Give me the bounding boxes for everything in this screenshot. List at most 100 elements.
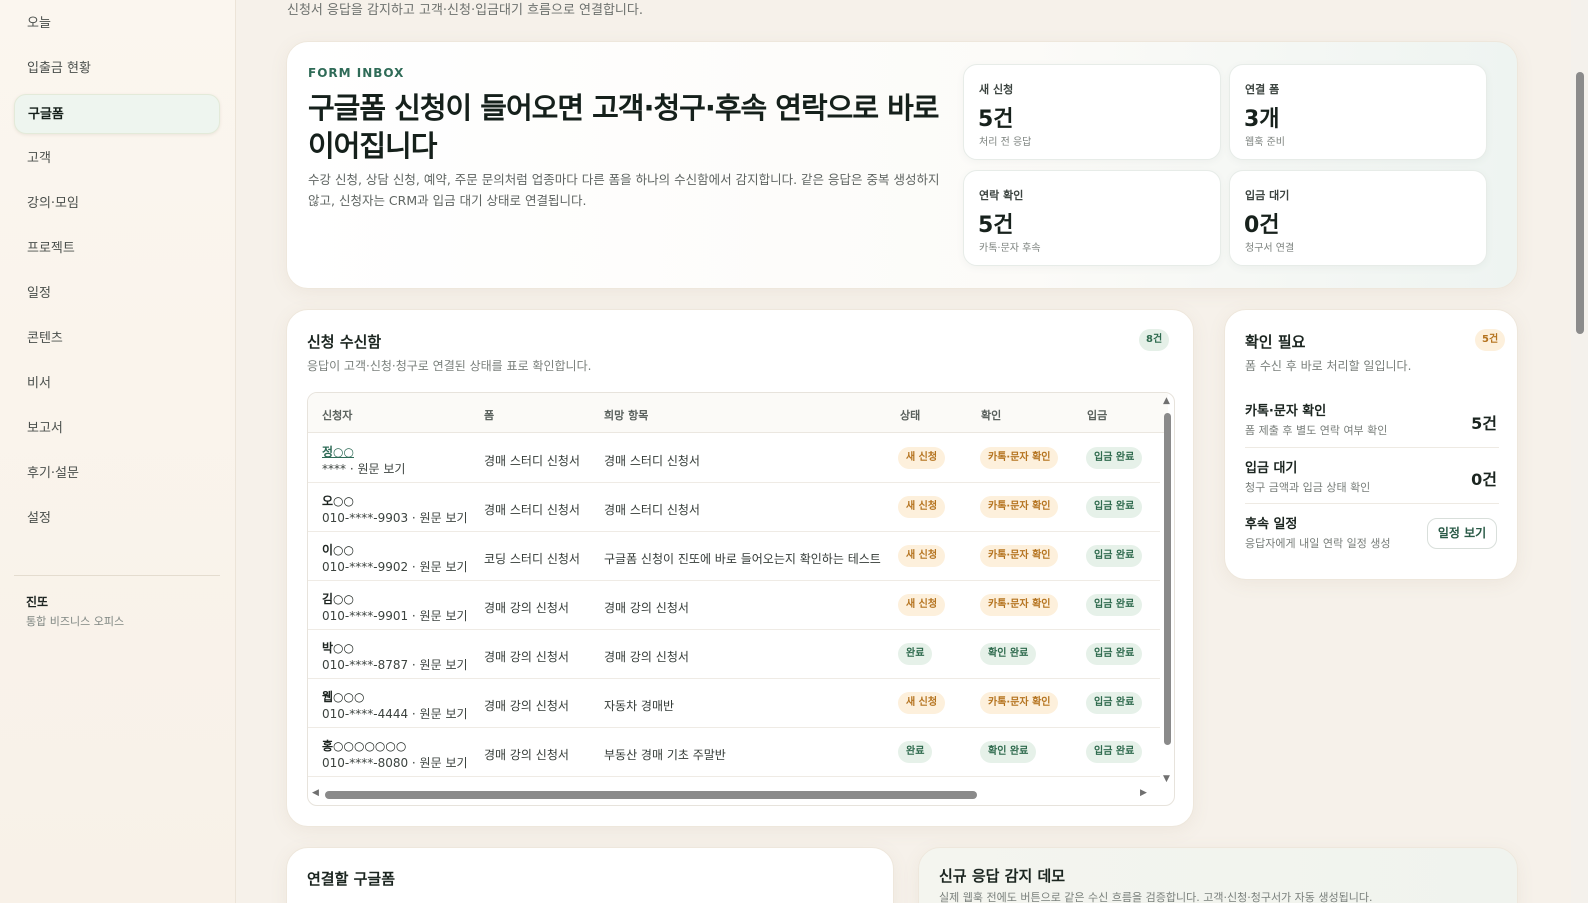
sidebar-item-reviews[interactable]: 후기·설문 — [14, 454, 220, 494]
table-row[interactable]: 웹○○○ 010-****-4444 · 원문 보기 경매 강의 신청서 자동차 경매… — [308, 679, 1160, 728]
hero-title: 구글폼 신청이 들어오면 고객·청구·후속 연락으로 바로 이어집니다 — [308, 91, 939, 163]
demo-title: 신규 응답 감지 데모 — [939, 867, 1066, 885]
desired-item: 자동차 경매반 — [604, 699, 675, 713]
page-scrollbar[interactable] — [1571, 0, 1588, 903]
applicant-phone-link[interactable]: **** · 원문 보기 — [322, 460, 405, 477]
column-header-form[interactable]: 폼 — [484, 407, 494, 423]
check-title: 확인 필요 — [1245, 333, 1306, 351]
status-badge: 새 신청 — [898, 496, 946, 518]
status-badge: 새 신청 — [898, 692, 946, 714]
stat-sub: 웹훅 준비 — [1245, 137, 1285, 148]
sidebar-item-projects[interactable]: 프로젝트 — [14, 229, 220, 269]
check-badge: 카톡·문자 확인 — [980, 594, 1059, 616]
stat-value: 3개 — [1244, 107, 1280, 132]
sidebar-item-contents[interactable]: 콘텐츠 — [14, 319, 220, 359]
status-badge: 새 신청 — [898, 545, 946, 567]
status-badge: 새 신청 — [898, 594, 946, 616]
form-name: 경매 스터디 신청서 — [484, 454, 580, 468]
check-divider — [1245, 503, 1499, 504]
scroll-down-arrow-icon[interactable]: ▼ — [1163, 774, 1170, 784]
column-header-applicant[interactable]: 신청자 — [322, 407, 352, 423]
payment-badge: 입금 완료 — [1086, 692, 1143, 714]
brand-name: 진또 — [26, 595, 49, 609]
sidebar-item-schedule[interactable]: 일정 — [14, 274, 220, 314]
applicant-name[interactable]: 이○○ — [322, 541, 354, 558]
check-item-title: 입금 대기 — [1245, 461, 1298, 476]
payment-badge: 입금 완료 — [1086, 741, 1143, 763]
stat-contact-check: 연락 확인 5건 카톡·문자 후속 — [963, 170, 1221, 266]
brand-subtitle: 통합 비즈니스 오피스 — [26, 615, 125, 628]
applicant-name[interactable]: 오○○ — [322, 492, 354, 509]
column-header-check[interactable]: 확인 — [981, 407, 1001, 423]
desired-item: 경매 강의 신청서 — [604, 650, 689, 664]
column-header-item[interactable]: 희망 항목 — [604, 407, 648, 423]
hero-eyebrow: FORM INBOX — [308, 66, 405, 80]
applicant-phone-link[interactable]: 010-****-9902 · 원문 보기 — [322, 558, 468, 575]
table-vertical-scrollbar[interactable]: ▲ ▼ — [1162, 396, 1172, 784]
check-divider — [1245, 447, 1499, 448]
payment-badge: 입금 완료 — [1086, 643, 1143, 665]
payment-badge: 입금 완료 — [1086, 545, 1143, 567]
applicant-name[interactable]: 웹○○○ — [322, 688, 364, 705]
response-detect-demo-panel: 신규 응답 감지 데모 실제 웹훅 전에도 버튼으로 같은 수신 흐름을 검증합… — [918, 847, 1518, 903]
applicant-name[interactable]: 정○○ — [322, 443, 354, 460]
desired-item: 경매 강의 신청서 — [604, 601, 689, 615]
stat-new-applications: 새 신청 5건 처리 전 응답 — [963, 64, 1221, 160]
applicant-name[interactable]: 홍○○○○○○○ — [322, 737, 406, 754]
check-subtitle: 폼 수신 후 바로 처리할 일입니다. — [1245, 359, 1412, 373]
applicant-name[interactable]: 박○○ — [322, 639, 354, 656]
inbox-table: 신청자 폼 희망 항목 상태 확인 입금 정○○ **** · 원문 보기 경매 스… — [307, 392, 1175, 806]
applicant-phone-link[interactable]: 010-****-8787 · 원문 보기 — [322, 656, 468, 673]
desired-item: 부동산 경매 기초 주말반 — [604, 748, 726, 762]
demo-description: 실제 웹훅 전에도 버튼으로 같은 수신 흐름을 검증합니다. 고객·신청·청구… — [939, 891, 1373, 903]
hero-description: 수강 신청, 상담 신청, 예약, 주문 문의처럼 업종마다 다른 폼을 하나의… — [308, 172, 940, 208]
applicant-phone-link[interactable]: 010-****-8080 · 원문 보기 — [322, 754, 468, 771]
table-row[interactable]: 오○○ 010-****-9903 · 원문 보기 경매 스터디 신청서 경매 스터디… — [308, 483, 1160, 532]
table-row[interactable]: 김○○ 010-****-9901 · 원문 보기 경매 강의 신청서 경매 강의 신… — [308, 581, 1160, 630]
applicant-name[interactable]: 김○○ — [322, 590, 354, 607]
stat-label: 새 신청 — [979, 83, 1014, 96]
scroll-up-arrow-icon[interactable]: ▲ — [1163, 396, 1170, 406]
inbox-count-badge: 8건 — [1139, 329, 1170, 351]
column-header-payment[interactable]: 입금 — [1087, 407, 1107, 423]
application-inbox: 신청 수신함 응답이 고객·신청·청구로 연결된 상태를 표로 확인합니다. 8… — [286, 309, 1194, 827]
sidebar-item-customers[interactable]: 고객 — [14, 139, 220, 179]
sidebar-divider — [14, 575, 220, 576]
view-schedule-button[interactable]: 일정 보기 — [1427, 518, 1497, 549]
stat-payment-pending: 입금 대기 0건 청구서 연결 — [1229, 170, 1487, 266]
sidebar-item-google-form[interactable]: 구글폼 — [14, 94, 220, 134]
table-row[interactable]: 홍○○○○○○○ 010-****-8080 · 원문 보기 경매 강의 신청서 부동… — [308, 728, 1160, 777]
table-row[interactable]: 박○○ 010-****-8787 · 원문 보기 경매 강의 신청서 경매 강의 신… — [308, 630, 1160, 679]
applicant-phone-link[interactable]: 010-****-9901 · 원문 보기 — [322, 607, 468, 624]
stat-sub: 카톡·문자 후속 — [979, 243, 1041, 254]
payment-badge: 입금 완료 — [1086, 496, 1143, 518]
check-item-title: 후속 일정 — [1245, 517, 1298, 532]
inbox-subtitle: 응답이 고객·신청·청구로 연결된 상태를 표로 확인합니다. — [307, 359, 592, 373]
check-item-subtitle: 응답자에게 내일 연락 일정 생성 — [1245, 537, 1391, 550]
vertical-scroll-thumb[interactable] — [1164, 413, 1171, 745]
applicant-phone-link[interactable]: 010-****-9903 · 원문 보기 — [322, 509, 468, 526]
payment-badge: 입금 완료 — [1086, 594, 1143, 616]
sidebar-item-assistant[interactable]: 비서 — [14, 364, 220, 404]
check-item-subtitle: 폼 제출 후 별도 연락 여부 확인 — [1245, 424, 1388, 437]
table-row[interactable]: 정○○ **** · 원문 보기 경매 스터디 신청서 경매 스터디 신청서 새 신청 카… — [308, 434, 1160, 483]
sidebar-item-cashflow[interactable]: 입출금 현황 — [14, 49, 220, 89]
check-item-subtitle: 청구 금액과 입금 상태 확인 — [1245, 481, 1371, 494]
form-inbox-hero: FORM INBOX 구글폼 신청이 들어오면 고객·청구·후속 연락으로 바로… — [286, 41, 1518, 289]
horizontal-scroll-thumb[interactable] — [325, 791, 977, 799]
column-header-status[interactable]: 상태 — [900, 407, 920, 423]
status-badge: 완료 — [898, 741, 933, 763]
sidebar-item-today[interactable]: 오늘 — [14, 4, 220, 44]
form-name: 경매 강의 신청서 — [484, 748, 569, 762]
page-scroll-thumb[interactable] — [1576, 72, 1584, 334]
desired-item: 구글폼 신청이 진또에 바로 들어오는지 확인하는 테스트 — [604, 552, 881, 566]
table-row[interactable]: 이○○ 010-****-9902 · 원문 보기 코딩 스터디 신청서 구글폼 신청… — [308, 532, 1160, 581]
check-badge: 카톡·문자 확인 — [980, 447, 1059, 469]
sidebar-item-reports[interactable]: 보고서 — [14, 409, 220, 449]
scroll-right-arrow-icon[interactable]: ▶ — [1140, 788, 1147, 798]
sidebar-item-settings[interactable]: 설정 — [14, 499, 220, 539]
scroll-left-arrow-icon[interactable]: ◀ — [312, 788, 319, 798]
applicant-phone-link[interactable]: 010-****-4444 · 원문 보기 — [322, 705, 468, 722]
stat-value: 5건 — [978, 213, 1014, 238]
sidebar-item-lectures[interactable]: 강의·모임 — [14, 184, 220, 224]
